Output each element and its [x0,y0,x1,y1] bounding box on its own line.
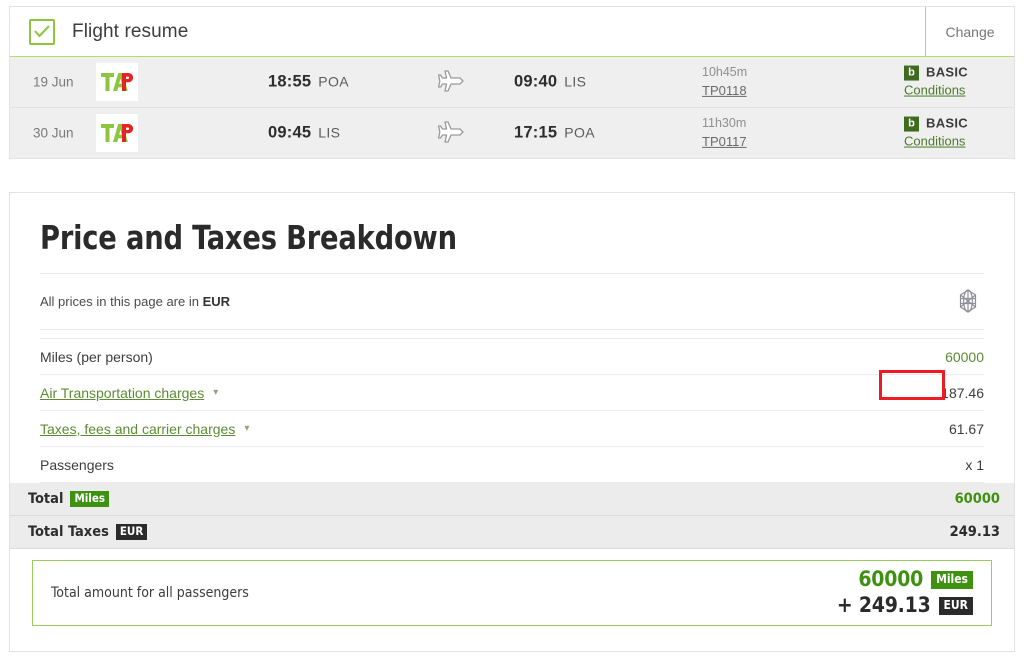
price-row-label: Miles (per person) [40,348,153,365]
total-miles-label: Total [28,491,64,507]
total-miles-label-group: Total Miles [28,491,110,507]
currency-note-prefix: All prices in this page are in [40,294,203,309]
price-row-label-group: Taxes, fees and carrier charges ▾ [40,421,249,437]
price-row-taxes-fees: Taxes, fees and carrier charges ▾ 61.67 [40,411,984,447]
page-root: Flight resume Change 19 Jun 18:55 POA 09… [0,0,1024,659]
tap-logo [96,63,138,101]
currency-note: All prices in this page are in EUR [40,294,230,309]
flight-resume-card: Flight resume Change 19 Jun 18:55 POA 09… [9,6,1015,159]
flight-resume-header: Flight resume Change [10,7,1014,57]
chevron-down-icon[interactable]: ▾ [244,423,249,434]
grand-total-values: 60000 Miles + 249.13 EUR [837,567,973,618]
flight-duration: 10h45m [702,64,748,79]
price-breakdown-card: Price and Taxes Breakdown All prices in … [9,192,1015,652]
fare-block: b BASIC Conditions [904,64,968,101]
arrival-airport: LIS [564,73,587,90]
grand-total-box: Total amount for all passengers 60000 Mi… [32,560,992,626]
miles-badge: Miles [70,491,110,507]
flight-resume-title: Flight resume [72,20,189,42]
flight-row: 30 Jun 09:45 LIS 17:15 POA 11h30m TP0117… [10,108,1014,158]
price-row-value: x 1 [965,456,984,473]
tap-logo [96,114,138,152]
conditions-link[interactable]: Conditions [904,82,968,100]
arrival-info: 09:40 LIS [514,73,586,92]
departure-airport: LIS [318,124,341,141]
departure-airport: POA [318,73,349,90]
price-row-label: Passengers [40,456,114,473]
flight-duration-block: 11h30m TP0117 [702,115,747,151]
eur-badge: EUR [115,524,148,540]
arrival-info: 17:15 POA [514,124,595,143]
price-row-value: 60000 [945,348,984,365]
price-row-miles: Miles (per person) 60000 [40,339,984,375]
total-miles-value: 60000 [954,491,1000,507]
departure-info: 09:45 LIS [268,124,340,143]
page-title: Price and Taxes Breakdown [40,218,457,257]
departure-time: 18:55 [268,72,312,91]
price-row-passengers: Passengers x 1 [40,447,984,483]
plane-icon [438,121,466,145]
flight-duration: 11h30m [702,115,747,130]
taxes-fees-carrier-charges-link[interactable]: Taxes, fees and carrier charges [40,421,235,437]
flight-duration-block: 10h45m TP0118 [702,64,747,100]
arrival-airport: POA [564,124,595,141]
globe-icon[interactable] [954,287,984,317]
eur-badge: EUR [938,596,973,615]
flight-date: 19 Jun [33,74,74,90]
flight-number-link[interactable]: TP0117 [702,133,747,151]
price-row-label-group: Air Transportation charges ▾ [40,385,218,401]
check-icon [34,25,50,38]
plane-icon [438,70,466,94]
flight-date: 30 Jun [33,125,74,141]
fare-block: b BASIC Conditions [904,115,968,152]
fare-name: BASIC [926,64,968,80]
price-row-air-transportation: Air Transportation charges ▾ 187.46 [40,369,984,411]
arrival-time: 09:40 [514,72,558,91]
grand-total-taxes-line: + 249.13 EUR [837,593,973,619]
miles-badge: Miles [931,571,973,590]
grand-total-miles-value: 60000 [858,567,924,592]
air-transportation-charges-link[interactable]: Air Transportation charges [40,385,204,401]
price-row-value: 187.46 [941,384,984,401]
flight-row: 19 Jun 18:55 POA 09:40 LIS 10h45m TP0118… [10,57,1014,108]
grand-total-taxes-value: + 249.13 [836,593,931,617]
grand-total-label: Total amount for all passengers [51,585,249,601]
departure-info: 18:55 POA [268,73,349,92]
departure-time: 09:45 [268,123,312,142]
total-taxes-label: Total Taxes [28,524,109,540]
flight-number-link[interactable]: TP0118 [702,82,747,100]
flight-resume-checkbox[interactable] [29,18,55,45]
arrival-time: 17:15 [514,123,558,142]
price-row-value: 61.67 [948,420,984,437]
fare-badge-icon: b [904,65,919,81]
fare-name: BASIC [926,115,968,131]
chevron-down-icon[interactable]: ▾ [213,387,218,398]
total-taxes-row: Total Taxes EUR 249.13 [10,516,1014,549]
highlighted-value-wrap: 187.46 [879,369,984,401]
currency-note-row: All prices in this page are in EUR [40,274,984,329]
conditions-link[interactable]: Conditions [904,133,968,151]
total-taxes-value: 249.13 [949,524,1000,540]
grand-total-miles-line: 60000 Miles [837,567,973,593]
currency-code: EUR [202,294,231,309]
fare-badge-icon: b [904,116,919,132]
total-taxes-label-group: Total Taxes EUR [28,524,148,540]
total-miles-row: Total Miles 60000 [10,483,1014,516]
price-breakdown-body: All prices in this page are in EUR Miles… [10,273,1014,626]
change-button[interactable]: Change [925,7,1014,56]
